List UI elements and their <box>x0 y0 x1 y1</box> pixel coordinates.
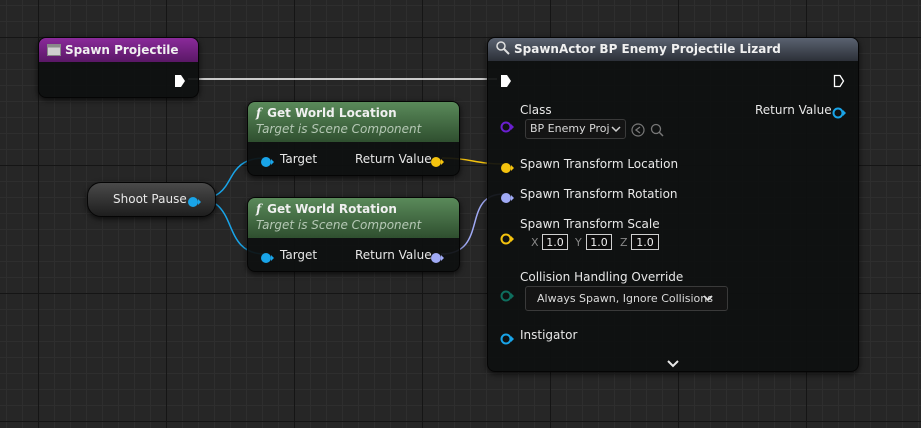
use-selected-asset-icon[interactable] <box>631 122 645 141</box>
get-rotation-header: f Get World Rotation Target is Scene Comp… <box>248 198 459 238</box>
rotation-return-label: Return Value <box>355 248 432 262</box>
return-value-pin[interactable] <box>832 104 846 123</box>
location-target-label: Target <box>280 152 318 166</box>
spawn-location-pin[interactable] <box>500 159 514 178</box>
event-node-title: Spawn Projectile <box>65 43 179 57</box>
class-pin[interactable] <box>500 118 514 137</box>
spawn-actor-title: SpawnActor BP Enemy Projectile Lizard <box>514 42 781 56</box>
get-location-title: Get World Location <box>267 106 397 120</box>
scale-z-axis-label: Z <box>620 236 628 249</box>
scale-x-input[interactable]: 1.0 <box>542 234 568 250</box>
instigator-label: Instigator <box>520 328 578 342</box>
get-rotation-title: Get World Rotation <box>267 202 397 216</box>
rotation-target-label: Target <box>280 248 318 262</box>
spawn-actor-node[interactable]: SpawnActor BP Enemy Projectile Lizard Cl… <box>487 37 859 372</box>
spawn-projectile-event-node[interactable]: Spawn Projectile <box>38 37 199 98</box>
class-label: Class <box>520 103 552 117</box>
chevron-down-icon <box>611 120 621 144</box>
spawn-actor-icon <box>496 41 510 55</box>
spawn-actor-header: SpawnActor BP Enemy Projectile Lizard <box>488 38 858 61</box>
get-world-location-node[interactable]: f Get World Location Target is Scene Comp… <box>247 101 460 176</box>
class-dropdown-value: BP Enemy Proje <box>530 122 610 135</box>
get-location-header: f Get World Location Target is Scene Comp… <box>248 102 459 142</box>
scale-z-input[interactable]: 1.0 <box>631 234 659 250</box>
event-exec-out-pin[interactable] <box>174 73 186 92</box>
spawn-scale-label: Spawn Transform Scale <box>520 217 660 231</box>
event-icon <box>47 44 61 56</box>
collision-label: Collision Handling Override <box>520 270 684 284</box>
get-world-rotation-node[interactable]: f Get World Rotation Target is Scene Comp… <box>247 197 460 272</box>
get-location-subtitle: Target is Scene Component <box>256 122 422 136</box>
expand-advanced-chevron-icon[interactable] <box>667 354 679 373</box>
function-icon: f <box>256 202 262 216</box>
get-rotation-subtitle: Target is Scene Component <box>256 218 422 232</box>
location-return-pin[interactable] <box>430 153 444 172</box>
browse-asset-icon[interactable] <box>650 122 664 141</box>
function-icon: f <box>256 106 262 120</box>
scale-y-input[interactable]: 1.0 <box>586 234 612 250</box>
event-node-header: Spawn Projectile <box>39 38 198 62</box>
spawn-rotation-pin[interactable] <box>500 189 514 208</box>
collision-pin[interactable] <box>500 287 514 306</box>
spawn-exec-out-pin[interactable] <box>833 73 845 92</box>
location-target-pin[interactable] <box>260 153 274 172</box>
spawn-exec-in-pin[interactable] <box>500 73 512 92</box>
instigator-pin[interactable] <box>500 330 514 349</box>
spawn-location-label: Spawn Transform Location <box>520 157 679 171</box>
scale-y-axis-label: Y <box>575 236 582 249</box>
chevron-down-icon <box>703 289 713 315</box>
scale-x-axis-label: X <box>531 236 539 249</box>
shoot-pause-variable-node[interactable]: Shoot Pause <box>87 182 216 217</box>
rotation-return-pin[interactable] <box>430 249 444 268</box>
shoot-pause-label: Shoot Pause <box>113 192 187 206</box>
rotation-target-pin[interactable] <box>260 249 274 268</box>
collision-dropdown[interactable]: Always Spawn, Ignore Collisions <box>525 286 728 311</box>
spawn-rotation-label: Spawn Transform Rotation <box>520 187 678 201</box>
collision-dropdown-value: Always Spawn, Ignore Collisions <box>537 292 713 305</box>
shoot-pause-output-pin[interactable] <box>187 193 201 212</box>
class-dropdown[interactable]: BP Enemy Proje <box>525 119 626 139</box>
spawn-scale-pin[interactable] <box>500 230 514 249</box>
return-value-label: Return Value <box>755 103 832 117</box>
location-return-label: Return Value <box>355 152 432 166</box>
